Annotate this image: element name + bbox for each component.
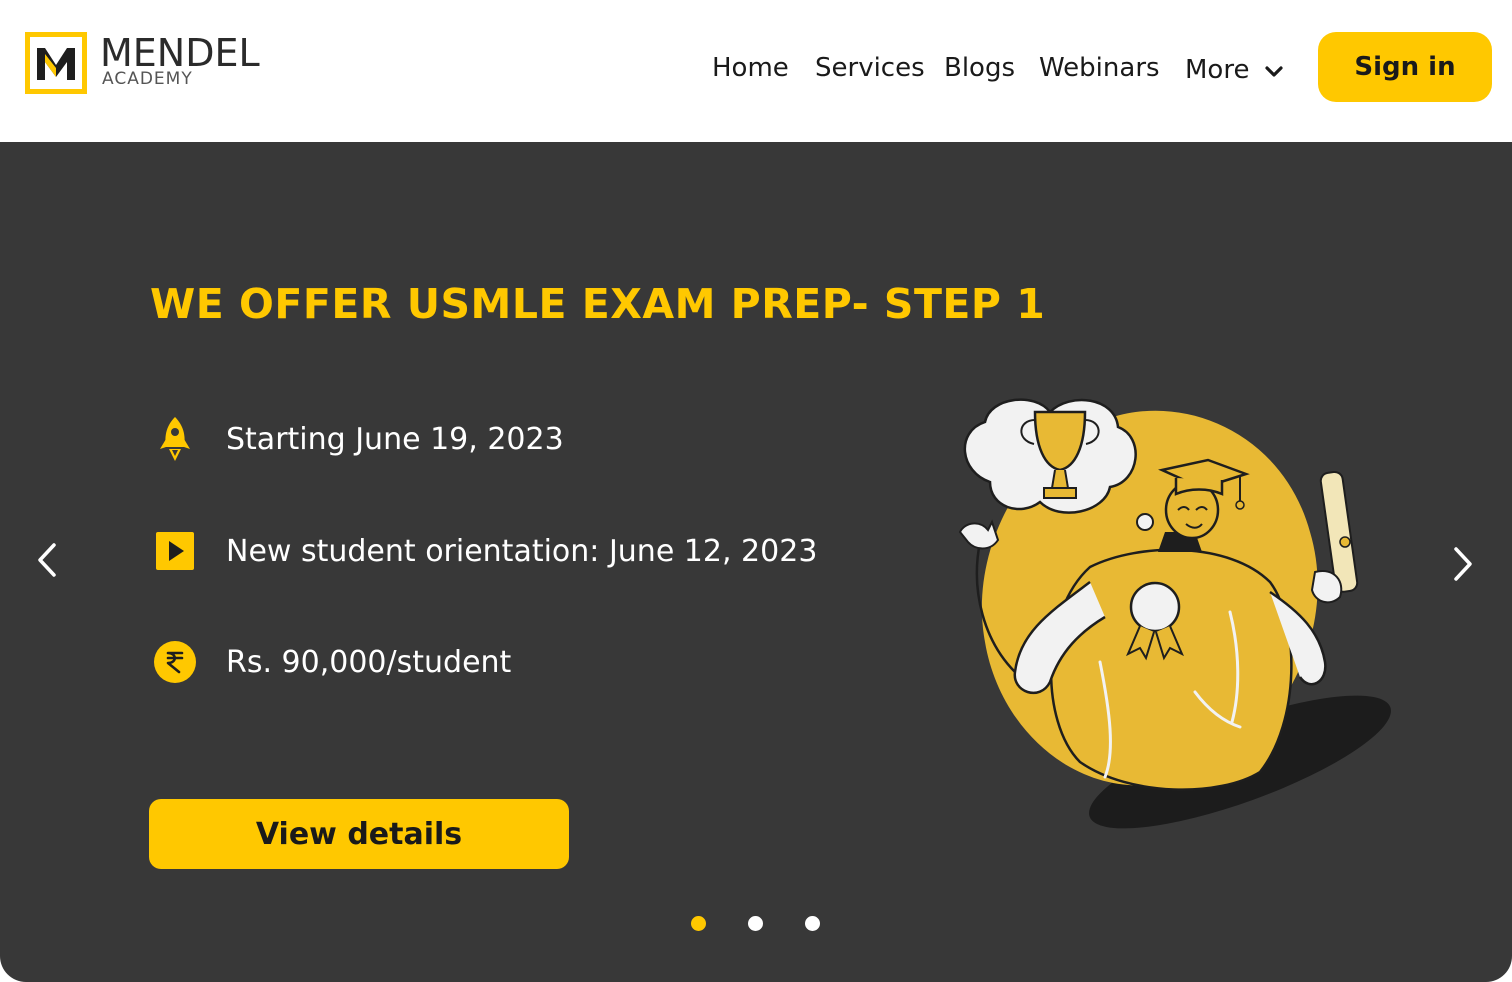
chevron-down-icon[interactable] — [1264, 51, 1284, 91]
nav-blogs-label[interactable]: Blogs — [944, 53, 1015, 83]
graduate-illustration — [940, 392, 1400, 832]
nav-services-label[interactable]: Services — [815, 53, 925, 83]
rocket-icon — [152, 416, 198, 462]
carousel-dot-2[interactable] — [748, 916, 763, 931]
logo-subtitle: ACADEMY — [102, 69, 193, 89]
nav-more-label[interactable]: More — [1185, 55, 1249, 85]
nav-home-label[interactable]: Home — [712, 53, 789, 83]
feature-price: Rs. 90,000/student — [152, 637, 511, 687]
feature-orientation-text: New student orientation: June 12, 2023 — [226, 533, 818, 569]
carousel-prev-arrow-icon[interactable] — [32, 540, 62, 580]
nav-more-dropdown[interactable]: More — [1185, 50, 1284, 90]
nav-services[interactable]: Services — [815, 48, 925, 88]
feature-start-date: Starting June 19, 2023 — [152, 414, 564, 464]
logo-wordmark[interactable]: MENDEL — [100, 34, 260, 72]
feature-orientation: New student orientation: June 12, 2023 — [152, 526, 817, 576]
carousel-dot-3[interactable] — [805, 916, 820, 931]
sign-in-button[interactable]: Sign in — [1318, 32, 1492, 102]
feature-price-text: Rs. 90,000/student — [226, 644, 512, 680]
play-icon — [152, 528, 198, 574]
hero-carousel: WE OFFER USMLE EXAM PREP- STEP 1 Startin… — [0, 142, 1512, 982]
view-details-button[interactable]: View details — [149, 799, 569, 869]
carousel-dot-1[interactable] — [691, 916, 706, 931]
nav-home[interactable]: Home — [712, 48, 789, 88]
nav-webinars[interactable]: Webinars — [1039, 48, 1160, 88]
rupee-icon — [152, 639, 198, 685]
feature-start-date-text: Starting June 19, 2023 — [226, 421, 564, 457]
hero-title: WE OFFER USMLE EXAM PREP- STEP 1 — [150, 280, 1046, 328]
logo-icon[interactable] — [25, 32, 87, 94]
nav-webinars-label[interactable]: Webinars — [1039, 53, 1160, 83]
site-header: MENDEL ACADEMY Home Services Blogs Webin… — [0, 0, 1512, 142]
carousel-next-arrow-icon[interactable] — [1448, 544, 1478, 584]
nav-blogs[interactable]: Blogs — [944, 48, 1015, 88]
